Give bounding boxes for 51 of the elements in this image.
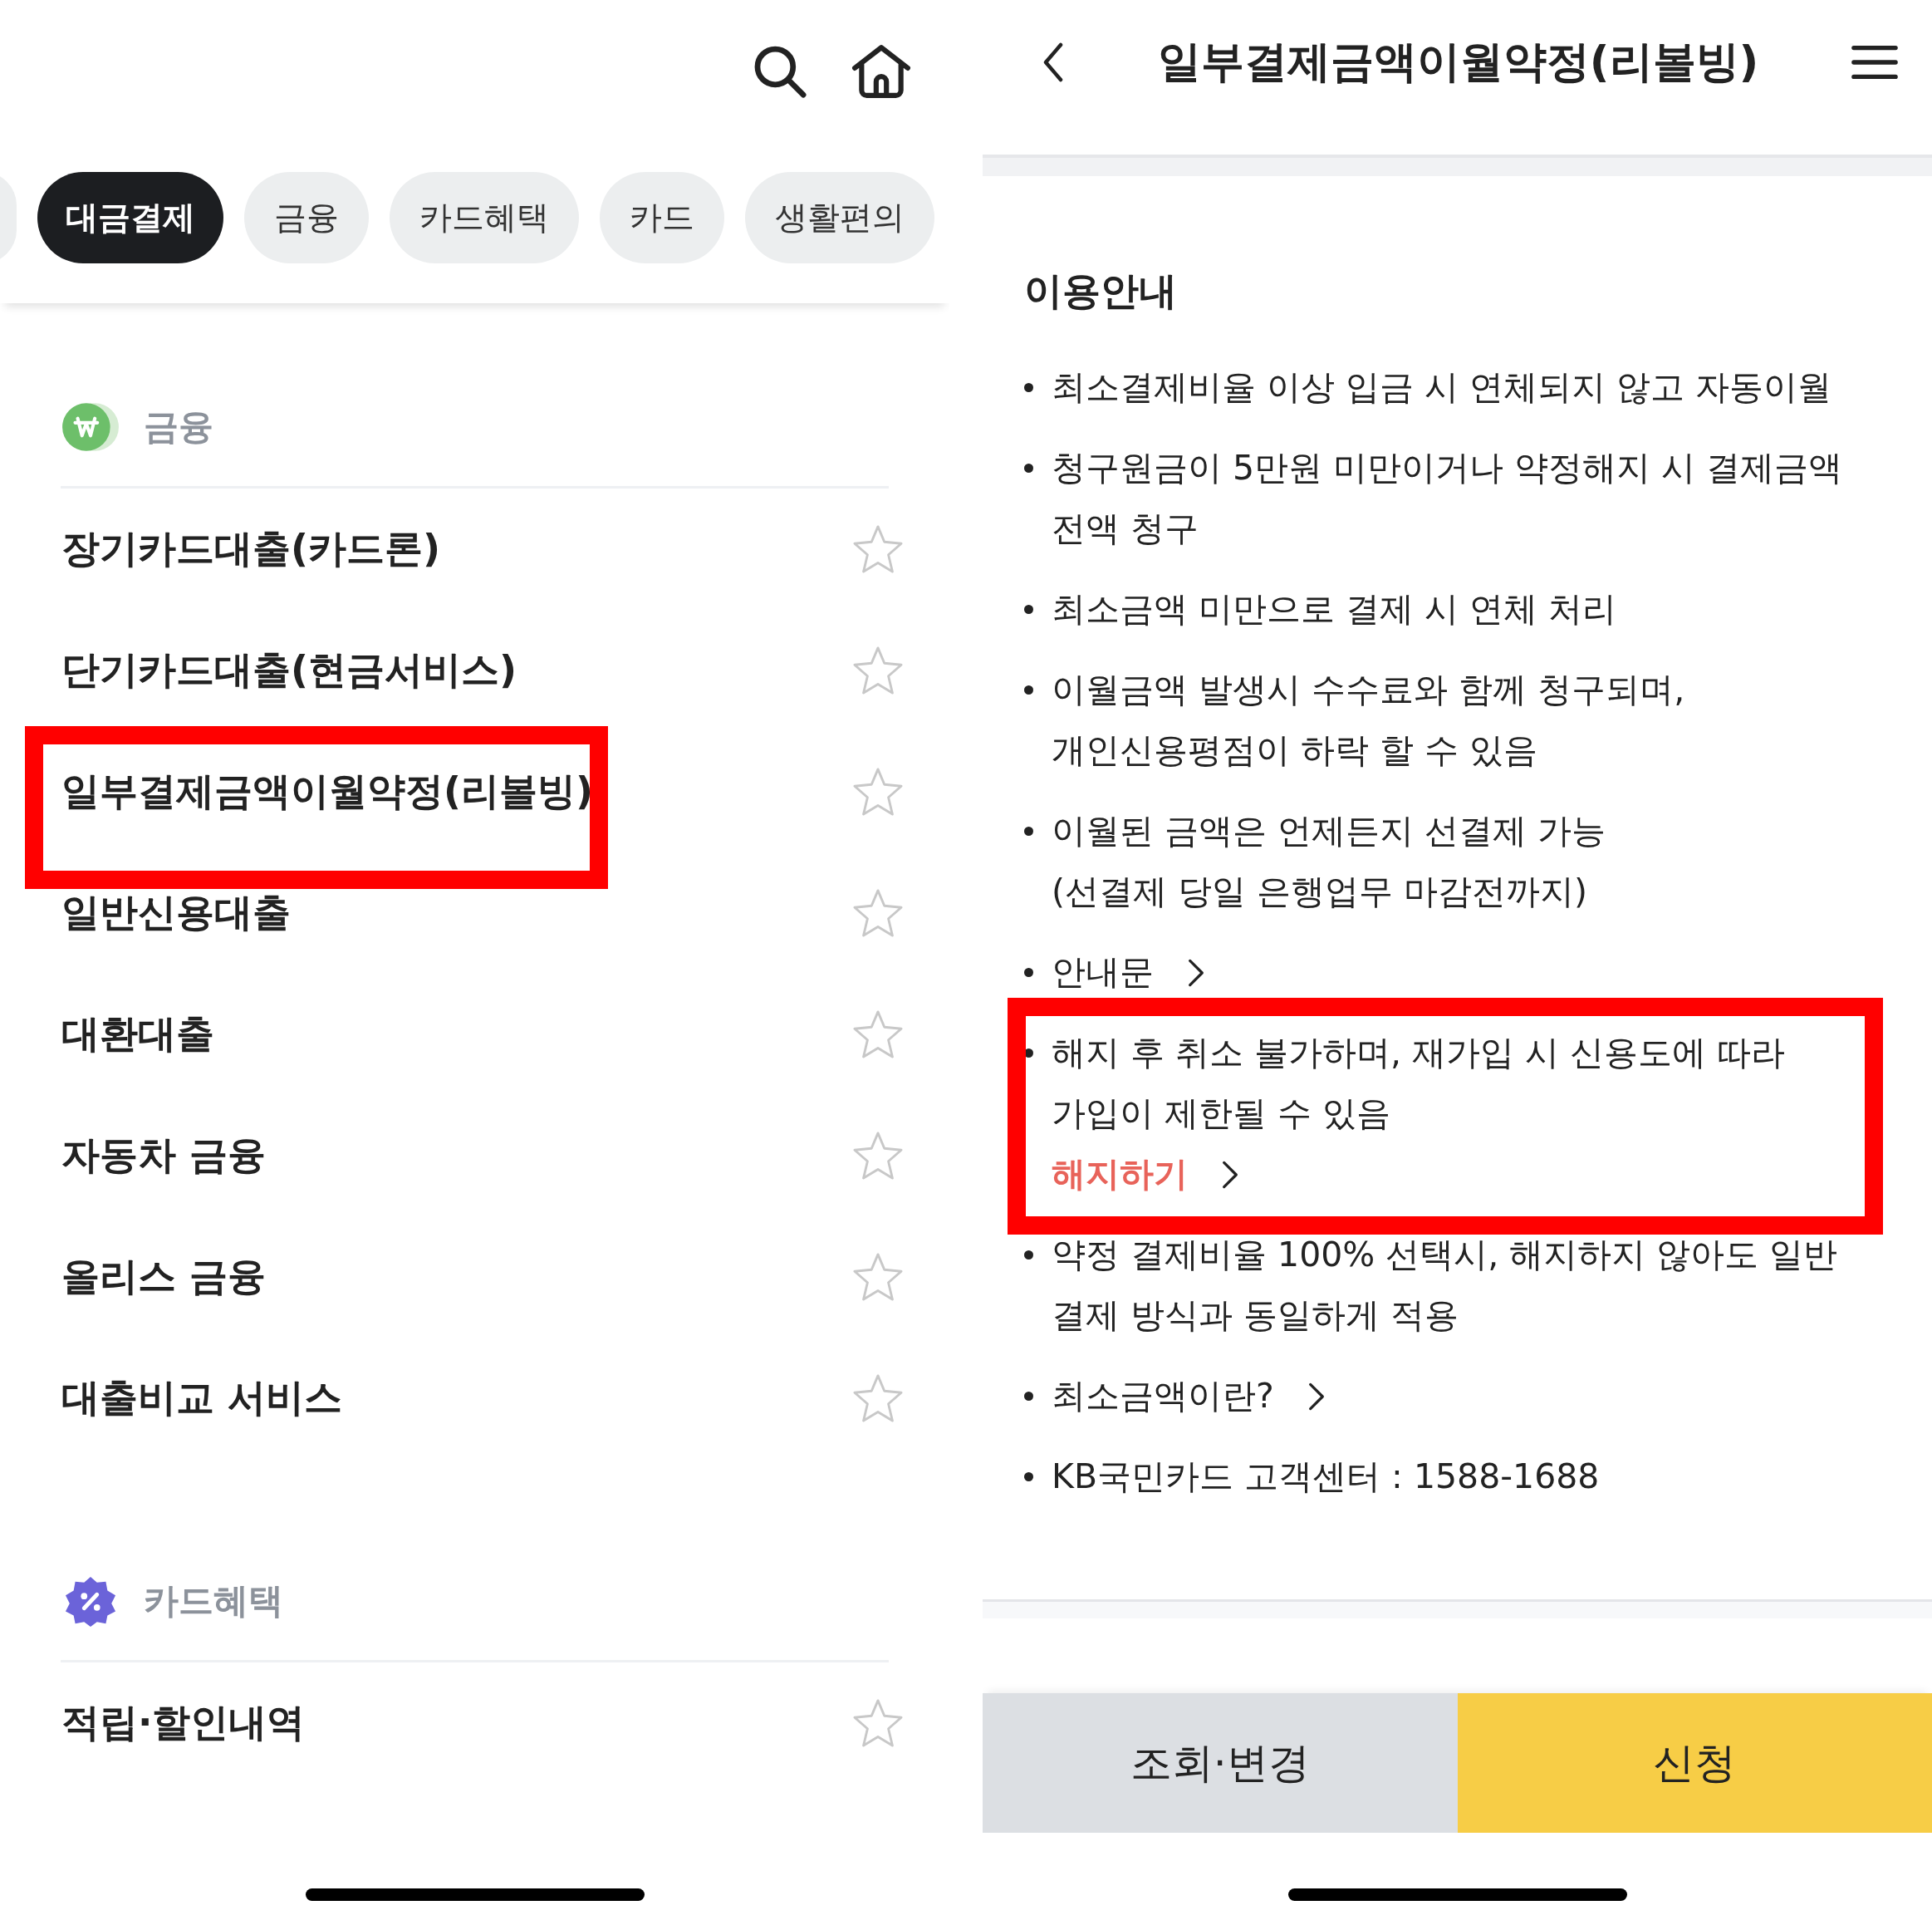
- star-icon[interactable]: [852, 646, 904, 695]
- apply-button[interactable]: 신청: [1457, 1693, 1932, 1833]
- menu-item[interactable]: 올리스 금융: [61, 1251, 266, 1303]
- note-text: 약정 결제비율 100% 선택시, 해지하지 않아도 일반 결제 방식과 동일하게 적용: [1052, 1234, 1838, 1337]
- star-icon[interactable]: [852, 888, 904, 938]
- menu-item[interactable]: 자동차 금융: [61, 1130, 266, 1181]
- star-icon[interactable]: [852, 1009, 904, 1059]
- bullet: [1024, 383, 1033, 392]
- guide-link[interactable]: 최소금액이란?: [1052, 1366, 1326, 1426]
- note-text: 최소결제비율 이상 입금 시 연체되지 않고 자동이월: [1052, 366, 1832, 409]
- bullet: [1024, 464, 1033, 473]
- bullet: [1024, 1048, 1033, 1058]
- bullet: [1024, 968, 1033, 977]
- menu-item[interactable]: 대출비교 서비스: [61, 1372, 342, 1424]
- bullet: [1024, 1250, 1033, 1260]
- bullet: [1024, 1472, 1033, 1481]
- category-tab[interactable]: 카드혜택: [390, 172, 579, 263]
- note-text: KB국민카드 고객센터 : 1588-1688: [1052, 1456, 1600, 1498]
- won-coin-icon: [61, 401, 120, 453]
- menu-item[interactable]: 장기카드대출(카드론): [61, 523, 441, 575]
- category-tab[interactable]: 금융: [244, 172, 369, 263]
- menu-item[interactable]: 일부결제금액이월약정(리볼빙): [61, 766, 594, 818]
- star-icon[interactable]: [852, 1698, 904, 1748]
- star-icon[interactable]: [852, 1373, 904, 1423]
- menu-item[interactable]: 단기카드대출(현금서비스): [61, 645, 517, 696]
- section-title: 이용안내: [1024, 268, 1178, 315]
- note-text: 최소금액 미만으로 결제 시 연체 처리: [1052, 588, 1617, 631]
- note-text: 해지 후 취소 불가하며, 재가입 시 신용도에 따라 가입이 제한될 수 있음: [1052, 1032, 1786, 1135]
- menu-icon[interactable]: [1851, 43, 1899, 81]
- guide-link[interactable]: 안내문: [1052, 942, 1205, 1003]
- bullet: [1024, 827, 1033, 836]
- note-text: 청구원금이 5만원 미만이거나 약정해지 시 결제금액 전액 청구: [1052, 447, 1843, 550]
- note-text: 이월금액 발생시 수수료와 함께 청구되며, 개인신용평점이 하락 할 수 있음: [1052, 669, 1685, 772]
- star-icon[interactable]: [852, 1252, 904, 1302]
- category-tab[interactable]: 생활편의: [745, 172, 934, 263]
- section-title: 금융: [144, 405, 213, 449]
- category-tab[interactable]: 대금결제: [37, 172, 223, 263]
- menu-item[interactable]: 일반신용대출: [61, 887, 291, 939]
- star-icon[interactable]: [852, 524, 904, 574]
- page-title: 일부결제금액이월약정(리볼빙): [1157, 36, 1759, 88]
- star-icon[interactable]: [852, 767, 904, 817]
- bullet: [1024, 685, 1033, 695]
- star-icon[interactable]: [852, 1131, 904, 1181]
- menu-item[interactable]: 적립·할인내역: [61, 1697, 306, 1749]
- note-text: 이월된 금액은 언제든지 선결제 가능 (선결제 당일 은행업무 마감전까지): [1052, 810, 1606, 913]
- section-title: 카드혜택: [144, 1579, 283, 1623]
- bullet: [1024, 1392, 1033, 1401]
- menu-item[interactable]: 대환대출: [61, 1009, 214, 1060]
- bullet: [1024, 605, 1033, 614]
- view-change-button[interactable]: 조회·변경: [983, 1693, 1458, 1833]
- category-tab[interactable]: 카드: [600, 172, 724, 263]
